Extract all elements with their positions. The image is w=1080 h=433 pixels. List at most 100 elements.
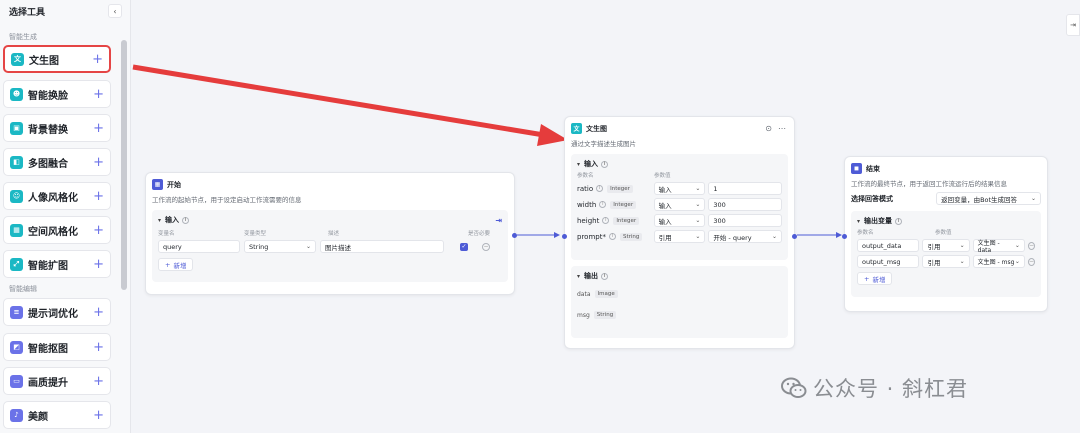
param-value-input[interactable]: 300 — [708, 198, 782, 211]
output-ref-select[interactable]: 文生图 - data ⌄ — [972, 239, 1025, 254]
remove-row-icon[interactable]: − — [1027, 257, 1035, 266]
add-variable-button[interactable]: + 新增 — [158, 258, 194, 271]
chevron-down-icon[interactable]: ▾ — [857, 218, 860, 225]
param-row: width i Integer 输入 ⌄ 300 — [577, 198, 782, 211]
tool-item[interactable]: ⤢ 智能扩图 + — [3, 250, 111, 278]
chevron-down-icon[interactable]: ▾ — [577, 161, 580, 168]
tool-item[interactable]: ☺ 人像风格化 + — [3, 182, 111, 210]
col-param-name: 参数名 — [577, 173, 594, 179]
end-node[interactable]: ◼ 结束 工作流的最终节点，用于返回工作流运行后的结果信息 选择回答模式 返回变… — [842, 156, 1048, 312]
param-value-input[interactable]: 300 — [708, 214, 782, 227]
output-var-input[interactable]: output_data — [857, 239, 920, 252]
remove-row-icon[interactable]: − — [1027, 241, 1035, 250]
var-desc-input[interactable]: 图片描述 — [320, 240, 444, 253]
add-tool-icon[interactable]: + — [93, 408, 104, 423]
output-ref-value: 文生图 - data — [977, 239, 1000, 254]
t2i-node[interactable]: 文 文生图 ⊙ ⋯ 通过文字描述生成图片 ▾ 输入 i 参数名 参数值 ratio… — [562, 116, 797, 349]
param-name: prompt* — [577, 232, 606, 241]
param-type-tag: String — [619, 232, 643, 241]
t2i-input-port[interactable] — [562, 234, 567, 239]
tool-item[interactable]: ▣ 背景替换 + — [3, 114, 111, 142]
output-var-input[interactable]: output_msg — [857, 255, 920, 268]
tool-item[interactable]: ▭ 画质提升 + — [3, 367, 111, 395]
chevron-down-icon: ⌄ — [1014, 242, 1020, 249]
add-tool-icon[interactable]: + — [93, 87, 104, 102]
col-var-type: 变量类型 — [244, 231, 267, 237]
tool-icon: ⤢ — [10, 257, 23, 271]
var-name-input[interactable]: query — [158, 240, 240, 253]
info-icon: i — [182, 216, 190, 224]
add-tool-icon[interactable]: + — [93, 305, 104, 320]
chevron-down-icon[interactable]: ▾ — [577, 273, 580, 280]
output-ref-select[interactable]: 文生图 - msg ⌄ — [972, 255, 1025, 268]
output-var-name: output_data — [862, 241, 902, 250]
chevron-down-icon: ⌄ — [1030, 195, 1036, 202]
param-mode-value: 输入 — [658, 201, 672, 210]
param-type-tag: Integer — [607, 184, 633, 193]
output-mode-select[interactable]: 引用 ⌄ — [922, 239, 970, 252]
start-output-port[interactable] — [512, 233, 517, 238]
chevron-down-icon: ⌄ — [695, 201, 701, 208]
required-checkbox[interactable]: ✓ — [460, 242, 468, 251]
end-input-port[interactable] — [842, 234, 847, 239]
param-value: 1 — [713, 184, 718, 193]
section-ai-edit: 智能编辑 — [9, 285, 37, 293]
add-tool-icon[interactable]: + — [93, 121, 104, 136]
add-tool-icon[interactable]: + — [93, 340, 104, 355]
run-icon[interactable]: ⊙ — [765, 124, 772, 133]
add-tool-icon[interactable]: + — [93, 155, 104, 170]
answer-mode-label: 选择回答模式 — [851, 194, 893, 203]
t2i-output-port[interactable] — [792, 234, 797, 239]
tool-item[interactable]: ≡ 提示词优化 + — [3, 298, 111, 326]
param-mode-select[interactable]: 输入 ⌄ — [653, 182, 706, 195]
tool-item[interactable]: ♪ 美颜 + — [3, 401, 111, 429]
sidebar-scrollbar[interactable] — [121, 40, 127, 290]
import-icon[interactable]: ⇥ — [495, 216, 502, 225]
tool-item[interactable]: ▦ 空间风格化 + — [3, 216, 111, 244]
collapse-icon[interactable]: ‹ — [108, 4, 122, 18]
tool-item[interactable]: 文文生图 + — [3, 45, 111, 73]
chevron-down-icon: ⌄ — [959, 242, 965, 249]
chevron-down-icon[interactable]: ▾ — [158, 217, 161, 224]
add-tool-icon[interactable]: + — [92, 52, 103, 67]
info-icon: i — [601, 272, 609, 280]
answer-mode-select[interactable]: 返回变量，由Bot生成回答 ⌄ — [936, 192, 1041, 205]
tool-item[interactable]: ◩ 智能抠图 + — [3, 333, 111, 361]
output-mode-select[interactable]: 引用 ⌄ — [922, 255, 970, 268]
output-type-tag: String — [593, 311, 617, 319]
add-output-button[interactable]: + 新增 — [857, 272, 893, 285]
tool-icon: ☻ — [10, 87, 23, 101]
more-icon[interactable]: ⋯ — [778, 124, 786, 133]
var-type-value: String — [249, 242, 269, 251]
tool-label: 智能抠图 — [28, 343, 68, 355]
add-tool-icon[interactable]: + — [93, 189, 104, 204]
section-ai-gen: 智能生成 — [9, 33, 37, 41]
add-tool-icon[interactable]: + — [93, 374, 104, 389]
tool-icon: ▦ — [10, 223, 23, 237]
workflow-canvas[interactable]: ⇥ ▦ 开始 工作流的起始节点，用于设定启动工作流需要的信息 ▾ 输入 i ⇥ — [131, 0, 1080, 433]
output-mode-value: 引用 — [927, 242, 941, 251]
output-name: data — [577, 290, 591, 298]
info-icon: i — [602, 217, 610, 224]
chevron-down-icon: ⌄ — [771, 233, 777, 240]
start-node[interactable]: ▦ 开始 工作流的起始节点，用于设定启动工作流需要的信息 ▾ 输入 i ⇥ 变量… — [145, 172, 517, 295]
add-tool-icon[interactable]: + — [93, 257, 104, 272]
tool-item[interactable]: ☻ 智能换脸 + — [3, 80, 111, 108]
param-value-input[interactable]: 1 — [708, 182, 782, 195]
tool-icon: 文 — [11, 52, 24, 66]
add-tool-icon[interactable]: + — [93, 223, 104, 238]
param-mode-value: 引用 — [658, 233, 672, 242]
start-node-icon: ▦ — [152, 179, 163, 190]
param-value-input[interactable]: 开始 - query ⌄ — [708, 230, 782, 243]
var-type-select[interactable]: String ⌄ — [244, 240, 316, 253]
param-value: 300 — [713, 200, 726, 209]
param-mode-select[interactable]: 引用 ⌄ — [653, 230, 706, 243]
info-icon: i — [601, 160, 609, 168]
answer-mode-value: 返回变量，由Bot生成回答 — [941, 195, 1018, 204]
param-mode-select[interactable]: 输入 ⌄ — [653, 214, 706, 227]
param-mode-select[interactable]: 输入 ⌄ — [653, 198, 706, 211]
tool-item[interactable]: ◧ 多图融合 + — [3, 148, 111, 176]
watermark: 公众号 · 斜杠君 — [781, 373, 968, 403]
tool-label: 人像风格化 — [28, 192, 78, 204]
remove-row-icon[interactable]: − — [482, 242, 490, 251]
